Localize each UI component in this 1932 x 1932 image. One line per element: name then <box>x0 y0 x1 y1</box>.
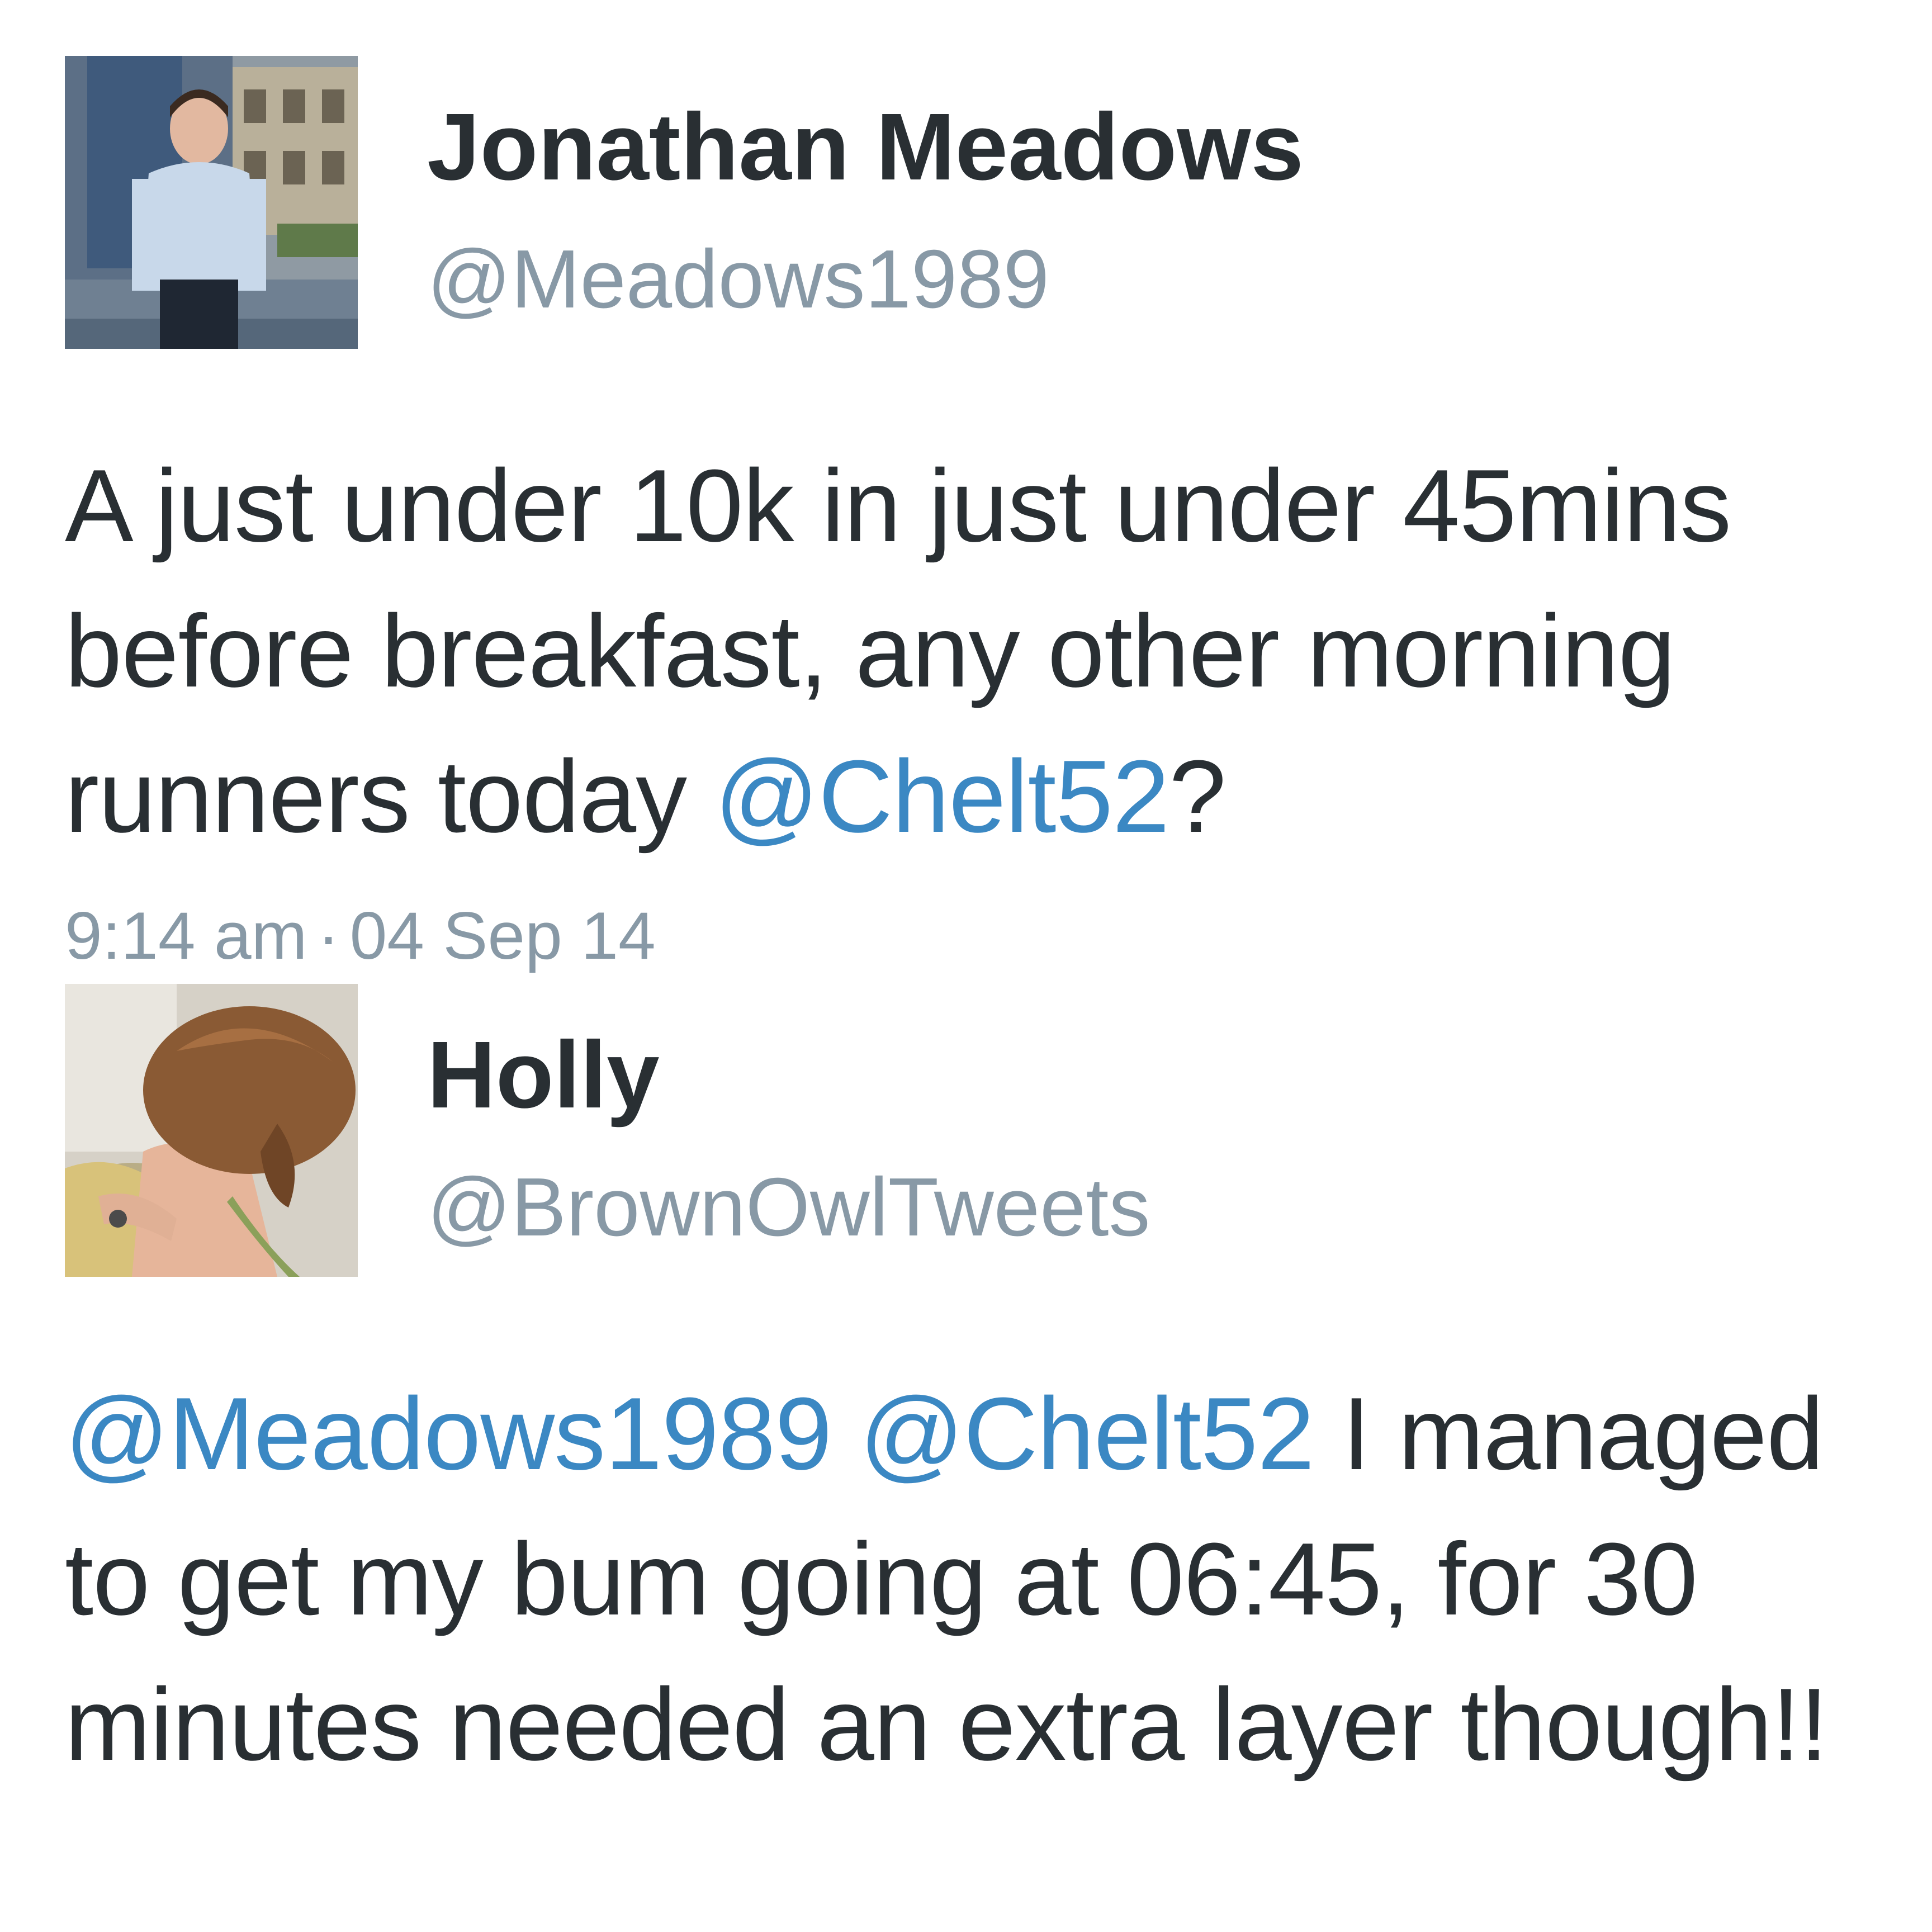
author-identity: Jonathan Meadows @Meadows1989 <box>427 100 1304 321</box>
avatar[interactable] <box>65 56 358 349</box>
tweet-text-part <box>832 1376 860 1491</box>
timestamp-separator: · <box>317 898 340 973</box>
tweet-time: 9:14 am <box>65 898 307 973</box>
profile-photo-man-icon <box>65 56 358 349</box>
tweet-header: Jonathan Meadows @Meadows1989 <box>65 56 1876 349</box>
mention-link[interactable]: @Chelt52 <box>860 1376 1315 1491</box>
profile-photo-woman-icon <box>65 984 358 1277</box>
tweet-text-part: ? <box>1169 738 1226 854</box>
tweet-text: @Meadows1989 @Chelt52 I managed to get m… <box>65 1361 1876 1797</box>
display-name[interactable]: Holly <box>427 1027 1150 1123</box>
display-name[interactable]: Jonathan Meadows <box>427 100 1304 195</box>
tweet-card: Holly @BrownOwlTweets @Meadows1989 @Chel… <box>65 984 1876 1797</box>
tweet-text: A just under 10k in just under 45mins be… <box>65 433 1876 869</box>
mention-link[interactable]: @Chelt52 <box>714 738 1169 854</box>
tweet-date: 04 Sep 14 <box>349 898 656 973</box>
tweet-card: Jonathan Meadows @Meadows1989 A just und… <box>65 56 1876 969</box>
avatar[interactable] <box>65 984 358 1277</box>
author-identity: Holly @BrownOwlTweets <box>427 1027 1150 1249</box>
user-handle[interactable]: @BrownOwlTweets <box>427 1166 1150 1249</box>
tweet-timestamp[interactable]: 9:14 am · 04 Sep 14 <box>65 902 1876 969</box>
tweet-header: Holly @BrownOwlTweets <box>65 984 1876 1277</box>
mention-link[interactable]: @Meadows1989 <box>65 1376 832 1491</box>
user-handle[interactable]: @Meadows1989 <box>427 238 1304 321</box>
